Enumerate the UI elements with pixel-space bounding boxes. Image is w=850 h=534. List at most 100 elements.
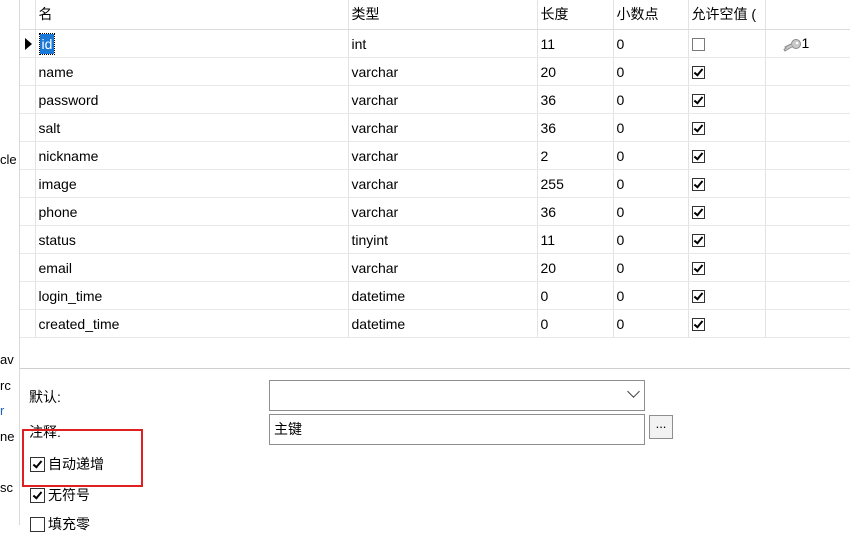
field-name-cell[interactable]: image [35, 169, 349, 198]
field-type-cell[interactable]: varchar [348, 85, 538, 114]
column-header-key[interactable] [765, 0, 850, 30]
field-length-cell[interactable]: 36 [537, 113, 614, 142]
table-row[interactable]: status tinyint 11 0 [20, 225, 850, 254]
field-type-cell[interactable]: varchar [348, 57, 538, 86]
nullable-checkbox[interactable] [691, 290, 705, 304]
field-type-cell[interactable]: varchar [348, 141, 538, 170]
table-row[interactable]: password varchar 36 0 [20, 85, 850, 114]
field-nullable-cell[interactable] [688, 113, 766, 142]
field-decimal-cell[interactable]: 0 [613, 281, 689, 310]
field-length-cell[interactable]: 255 [537, 169, 614, 198]
table-row[interactable]: login_time datetime 0 0 [20, 281, 850, 310]
field-type-cell[interactable]: int [348, 29, 538, 58]
nullable-checkbox[interactable] [691, 318, 705, 332]
field-key-cell[interactable] [765, 225, 850, 254]
nullable-checkbox[interactable] [691, 122, 705, 136]
zerofill-box[interactable] [30, 516, 45, 532]
column-header-decimal[interactable]: 小数点 [613, 0, 689, 30]
field-type-cell[interactable]: varchar [348, 113, 538, 142]
field-name-cell[interactable]: login_time [35, 281, 349, 310]
field-decimal-cell[interactable]: 0 [613, 253, 689, 282]
row-indicator[interactable] [20, 253, 36, 282]
row-indicator[interactable] [20, 85, 36, 114]
field-type-cell[interactable]: varchar [348, 253, 538, 282]
field-nullable-cell[interactable] [688, 57, 766, 86]
column-header-nullable[interactable]: 允许空值 ( [688, 0, 766, 30]
field-nullable-cell[interactable] [688, 281, 766, 310]
field-type-cell[interactable]: tinyint [348, 225, 538, 254]
field-key-cell[interactable] [765, 57, 850, 86]
field-length-cell[interactable]: 20 [537, 253, 614, 282]
table-row[interactable]: image varchar 255 0 [20, 169, 850, 198]
field-type-cell[interactable]: datetime [348, 309, 538, 338]
field-type-cell[interactable]: datetime [348, 281, 538, 310]
row-indicator[interactable] [20, 197, 36, 226]
field-name-cell[interactable]: password [35, 85, 349, 114]
row-indicator[interactable] [20, 281, 36, 310]
field-name-cell[interactable]: salt [35, 113, 349, 142]
field-decimal-cell[interactable]: 0 [613, 113, 689, 142]
field-decimal-cell[interactable]: 0 [613, 225, 689, 254]
field-nullable-cell[interactable] [688, 197, 766, 226]
field-length-cell[interactable]: 20 [537, 57, 614, 86]
field-name-cell[interactable]: id [35, 29, 349, 58]
field-nullable-cell[interactable] [688, 253, 766, 282]
field-key-cell[interactable] [765, 85, 850, 114]
field-length-cell[interactable]: 36 [537, 85, 614, 114]
field-nullable-cell[interactable] [688, 141, 766, 170]
table-row[interactable]: nickname varchar 2 0 [20, 141, 850, 170]
field-nullable-cell[interactable] [688, 309, 766, 338]
field-key-cell[interactable] [765, 253, 850, 282]
default-value-dropdown[interactable] [269, 380, 645, 411]
zerofill-checkbox[interactable]: 填充零 [30, 514, 90, 534]
column-header-type[interactable]: 类型 [348, 0, 538, 30]
field-name-cell[interactable]: created_time [35, 309, 349, 338]
field-type-cell[interactable]: varchar [348, 169, 538, 198]
nullable-checkbox[interactable] [691, 206, 705, 220]
field-key-cell[interactable] [765, 113, 850, 142]
row-indicator[interactable] [20, 169, 36, 198]
field-decimal-cell[interactable]: 0 [613, 169, 689, 198]
table-row[interactable]: salt varchar 36 0 [20, 113, 850, 142]
table-row[interactable]: name varchar 20 0 [20, 57, 850, 86]
field-length-cell[interactable]: 0 [537, 309, 614, 338]
row-indicator[interactable] [20, 225, 36, 254]
field-decimal-cell[interactable]: 0 [613, 141, 689, 170]
field-name-cell[interactable]: status [35, 225, 349, 254]
nullable-checkbox[interactable] [691, 234, 705, 248]
row-indicator[interactable] [20, 113, 36, 142]
table-row[interactable]: id int 11 0 1 [20, 29, 850, 58]
field-type-cell[interactable]: varchar [348, 197, 538, 226]
field-name-cell[interactable]: nickname [35, 141, 349, 170]
field-length-cell[interactable]: 11 [537, 225, 614, 254]
field-nullable-cell[interactable] [688, 169, 766, 198]
field-nullable-cell[interactable] [688, 85, 766, 114]
nullable-checkbox[interactable] [691, 150, 705, 164]
nullable-checkbox[interactable] [691, 94, 705, 108]
nullable-checkbox[interactable] [691, 262, 705, 276]
field-nullable-cell[interactable] [688, 225, 766, 254]
field-name-cell[interactable]: name [35, 57, 349, 86]
nullable-checkbox[interactable] [691, 66, 705, 80]
field-decimal-cell[interactable]: 0 [613, 57, 689, 86]
field-length-cell[interactable]: 11 [537, 29, 614, 58]
field-length-cell[interactable]: 0 [537, 281, 614, 310]
comment-input[interactable]: 主键 [269, 414, 645, 445]
field-name-cell[interactable]: email [35, 253, 349, 282]
field-decimal-cell[interactable]: 0 [613, 29, 689, 58]
column-header-name[interactable]: 名 [35, 0, 349, 30]
table-row[interactable]: phone varchar 36 0 [20, 197, 850, 226]
field-decimal-cell[interactable]: 0 [613, 197, 689, 226]
row-indicator[interactable] [20, 57, 36, 86]
field-nullable-cell[interactable] [688, 29, 766, 58]
table-row[interactable]: created_time datetime 0 0 [20, 309, 850, 338]
nullable-checkbox[interactable] [691, 38, 705, 52]
unsigned-box[interactable] [30, 487, 45, 503]
unsigned-checkbox[interactable]: 无符号 [30, 485, 90, 505]
field-decimal-cell[interactable]: 0 [613, 85, 689, 114]
column-header-length[interactable]: 长度 [537, 0, 614, 30]
table-row[interactable]: email varchar 20 0 [20, 253, 850, 282]
nullable-checkbox[interactable] [691, 178, 705, 192]
row-indicator[interactable] [20, 309, 36, 338]
field-length-cell[interactable]: 2 [537, 141, 614, 170]
